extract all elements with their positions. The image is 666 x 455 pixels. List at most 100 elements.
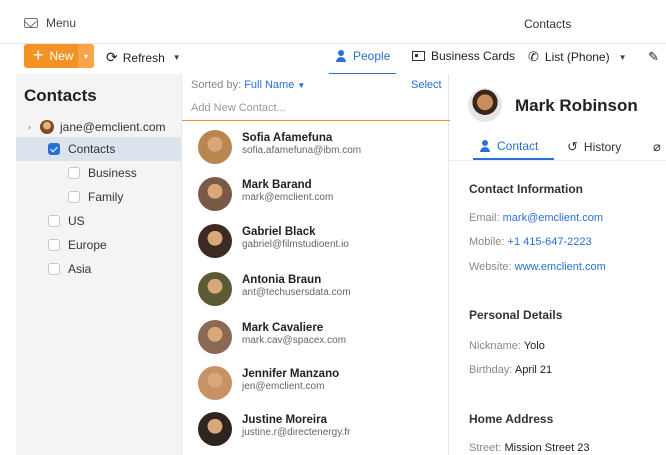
- contact-name: Jennifer Manzano: [242, 368, 340, 380]
- pane-title: Contacts: [24, 86, 97, 105]
- sort-prefix: Sorted by:: [191, 79, 242, 91]
- avatar: [198, 130, 232, 164]
- tab-contact-label: Contact: [497, 139, 539, 153]
- contact-name: Mark Barand: [242, 179, 312, 191]
- folder-business[interactable]: Business: [16, 161, 181, 185]
- birthday-value: April 21: [514, 364, 553, 376]
- pen-icon[interactable]: ✎: [648, 49, 659, 65]
- refresh-icon: ⟳: [106, 49, 118, 65]
- contact-name: Antonia Braun: [242, 274, 322, 286]
- folder-label: Asia: [68, 262, 92, 276]
- folder-asia[interactable]: Asia: [16, 257, 181, 281]
- checkbox[interactable]: [68, 191, 80, 203]
- phone-icon: ✆: [528, 49, 539, 64]
- mobile-link[interactable]: +1 415-647-2223: [508, 236, 592, 248]
- contact-name: Justine Moreira: [242, 414, 327, 426]
- tab-contact[interactable]: Contact: [472, 139, 555, 160]
- avatar: [198, 320, 232, 354]
- tab-business-cards[interactable]: Business Cards: [412, 49, 515, 63]
- list-item[interactable]: Justine Moreira justine.r@directenergy.f…: [182, 406, 450, 450]
- contact-detail: Mark Robinson Contact ↺ History ⌀ Contac…: [449, 74, 666, 455]
- checkbox[interactable]: [48, 143, 60, 155]
- avatar: [198, 412, 232, 446]
- tab-history-label: History: [583, 140, 622, 154]
- account-row[interactable]: › jane@emclient.com: [16, 115, 181, 139]
- email-label: Email:: [469, 212, 500, 224]
- list-item[interactable]: Gabriel Black gabriel@filmstudioent.io: [182, 218, 450, 262]
- new-dropdown-chevron-icon[interactable]: ▾: [78, 44, 94, 68]
- contact-email: sofia.afamefuna@ibm.com: [242, 145, 362, 156]
- contact-email: mark.cav@spacex.com: [242, 335, 347, 346]
- menu-button[interactable]: Menu: [24, 16, 76, 30]
- account-label: jane@emclient.com: [60, 120, 166, 134]
- tab-history[interactable]: ↺ History: [567, 139, 621, 155]
- nickname-label: Nickname:: [469, 340, 521, 352]
- select-link[interactable]: Select: [411, 79, 442, 91]
- section-contact-information: Contact Information: [469, 182, 583, 196]
- refresh-label: Refresh: [122, 50, 165, 65]
- chevron-down-icon: ▼: [172, 53, 181, 62]
- folder-us[interactable]: US: [16, 209, 181, 233]
- tab-list-phone[interactable]: ✆ List (Phone) ▼: [528, 49, 627, 65]
- add-new-contact-input[interactable]: Add New Contact...: [182, 96, 450, 121]
- chevron-right-icon: ›: [28, 122, 31, 132]
- folder-label: Business: [88, 166, 137, 180]
- tab-people-label: People: [353, 49, 391, 63]
- list-item[interactable]: Sofia Afamefuna sofia.afamefuna@ibm.com: [182, 124, 450, 168]
- paperclip-icon: ⌀: [653, 139, 661, 154]
- person-icon: [335, 50, 347, 62]
- checkbox[interactable]: [48, 263, 60, 275]
- avatar: [40, 120, 54, 134]
- tab-business-cards-label: Business Cards: [431, 49, 516, 63]
- folder-label: US: [68, 214, 85, 228]
- refresh-button[interactable]: ⟳ Refresh ▼: [106, 49, 181, 66]
- mobile-field: Mobile: +1 415-647-2223: [469, 236, 592, 248]
- toolbar: + New ▾ ⟳ Refresh ▼ People Business Card…: [0, 44, 666, 75]
- sort-control[interactable]: Sorted by: Full Name ▼: [191, 79, 305, 91]
- folder-label: Contacts: [68, 142, 116, 156]
- contact-email: ant@techusersdata.com: [242, 287, 351, 298]
- chevron-down-icon: ▼: [297, 81, 306, 90]
- new-button[interactable]: + New ▾: [24, 44, 94, 68]
- checkbox[interactable]: [68, 167, 80, 179]
- avatar: [198, 272, 232, 306]
- folder-contacts[interactable]: Contacts: [16, 137, 181, 161]
- checkbox[interactable]: [48, 215, 60, 227]
- contact-list: Sorted by: Full Name ▼ Select Add New Co…: [181, 74, 450, 455]
- list-item[interactable]: Mark Cavaliere mark.cav@spacex.com: [182, 314, 450, 358]
- contact-email: gabriel@filmstudioent.io: [242, 239, 349, 250]
- sort-value: Full Name: [244, 79, 295, 91]
- menu-label: Menu: [46, 16, 77, 30]
- folder-pane: Contacts › jane@emclient.com Contacts Bu…: [16, 74, 181, 455]
- tab-people[interactable]: People: [328, 49, 397, 75]
- contact-name: Mark Cavaliere: [242, 322, 324, 334]
- avatar: [198, 366, 232, 400]
- checkbox[interactable]: [48, 239, 60, 251]
- list-item[interactable]: Antonia Braun ant@techusersdata.com: [182, 266, 450, 310]
- folder-label: Europe: [68, 238, 107, 252]
- birthday-field: Birthday: April 21: [469, 364, 552, 376]
- contact-name-heading: Mark Robinson: [515, 96, 638, 115]
- list-item[interactable]: Mark Barand mark@emclient.com: [182, 171, 450, 215]
- app-title: Contacts: [524, 17, 572, 31]
- website-label: Website:: [469, 261, 512, 273]
- website-field: Website: www.emclient.com: [469, 261, 606, 273]
- email-link[interactable]: mark@emclient.com: [503, 212, 603, 224]
- nickname-field: Nickname: Yolo: [469, 340, 545, 352]
- chevron-down-icon: ▼: [618, 52, 627, 62]
- folder-family[interactable]: Family: [16, 185, 181, 209]
- avatar: [198, 177, 232, 211]
- avatar: [198, 224, 232, 258]
- new-label: New: [49, 49, 74, 63]
- contact-email: justine.r@directenergy.fr: [242, 427, 351, 438]
- title-bar: Menu Contacts: [0, 0, 666, 44]
- mail-icon: [24, 18, 38, 28]
- folder-europe[interactable]: Europe: [16, 233, 181, 257]
- birthday-label: Birthday:: [469, 364, 513, 376]
- list-item[interactable]: Jennifer Manzano jen@emclient.com: [182, 360, 450, 404]
- tab-attachments[interactable]: ⌀: [653, 139, 661, 155]
- contact-name: Sofia Afamefuna: [242, 132, 333, 144]
- contact-email: mark@emclient.com: [242, 192, 334, 203]
- contact-name: Gabriel Black: [242, 226, 316, 238]
- website-link[interactable]: www.emclient.com: [515, 261, 606, 273]
